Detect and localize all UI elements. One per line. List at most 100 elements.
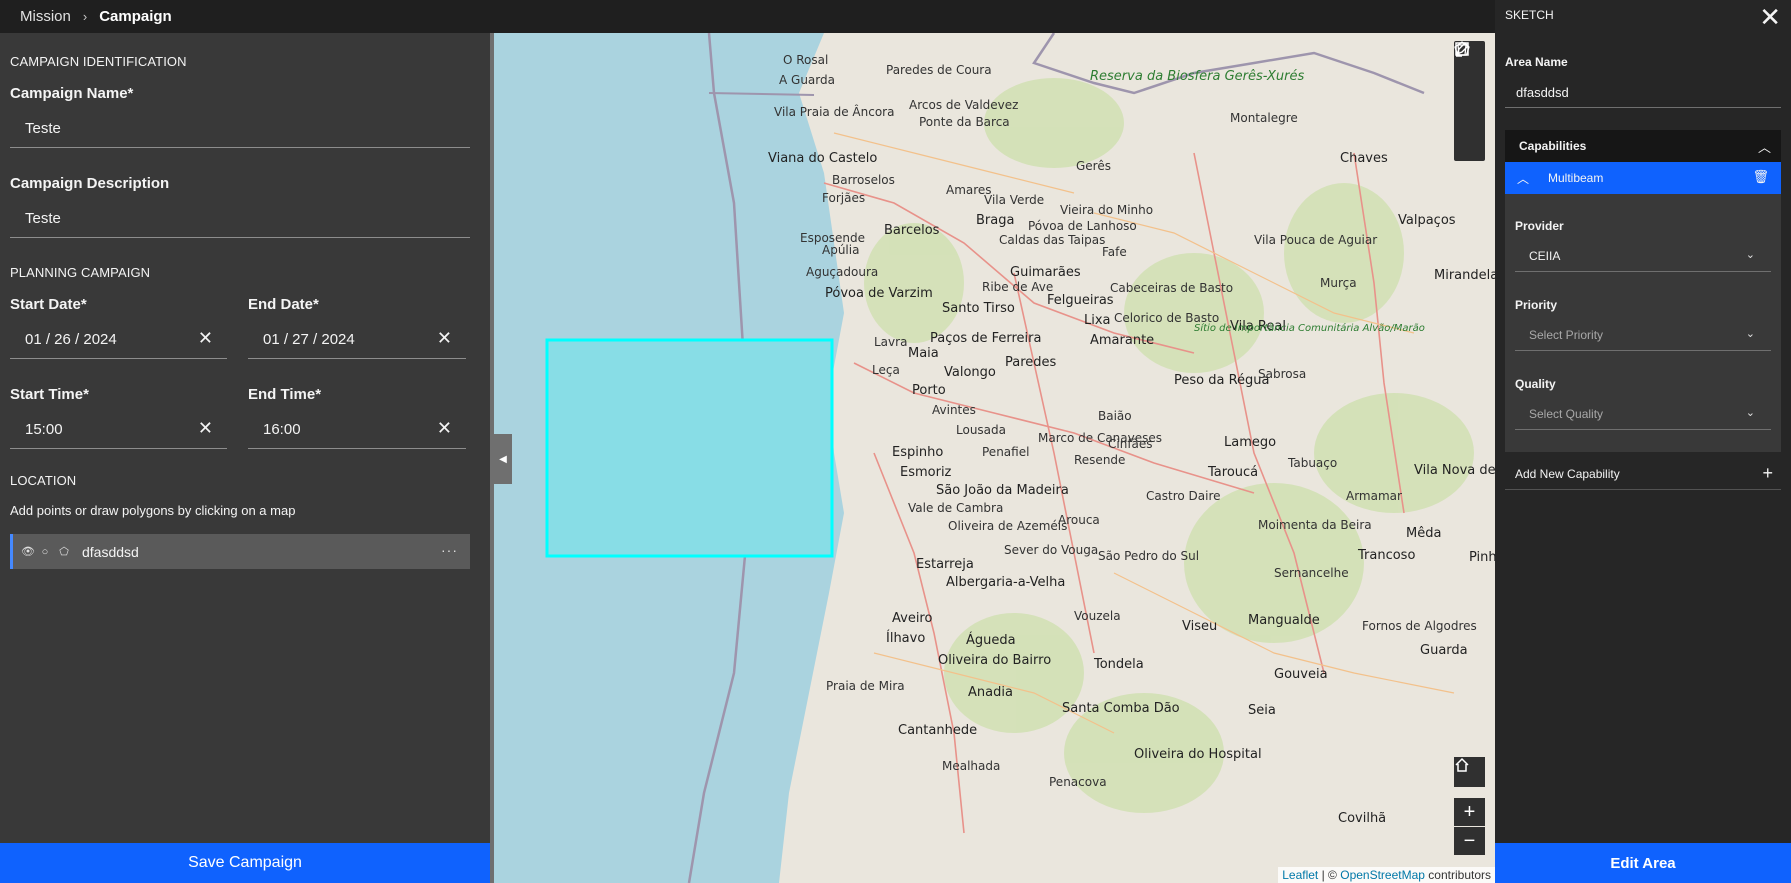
circle-icon: ○	[41, 545, 49, 558]
map-place-label: Avintes	[932, 403, 976, 417]
map-place-label: Paredes	[1005, 355, 1057, 370]
priority-select[interactable]: Select Priority ⌄	[1515, 319, 1771, 351]
quality-label: Quality	[1515, 377, 1556, 391]
osm-link[interactable]: OpenStreetMap	[1340, 868, 1425, 882]
start-date-clear-icon[interactable]: ✕	[198, 328, 213, 349]
chevron-down-icon: ⌄	[1745, 407, 1755, 419]
capability-name: Multibeam	[1548, 171, 1604, 185]
identification-section-title: CAMPAIGN IDENTIFICATION	[10, 54, 187, 69]
map-place-label: Guarda	[1420, 643, 1468, 658]
trash-icon[interactable]	[1454, 42, 1485, 161]
map-place-label: Montalegre	[1230, 111, 1298, 125]
end-time-clear-icon[interactable]: ✕	[437, 418, 452, 439]
map-place-label: Amarante	[1090, 333, 1155, 348]
visibility-eye-icon[interactable]: 👁	[21, 545, 35, 558]
map-place-label: Braga	[976, 213, 1015, 228]
end-date-label: End Date*	[248, 296, 319, 313]
map-place-label: Sítio de Importância Comunitária Alvão/M…	[1194, 323, 1425, 334]
chevron-up-icon[interactable]: ︿	[1758, 137, 1771, 156]
map-place-label: Esmoriz	[900, 465, 952, 480]
trash-icon[interactable]: 🗑	[1752, 169, 1769, 185]
campaign-name-field[interactable]: Teste	[10, 110, 470, 148]
sketch-title: SKETCH	[1505, 8, 1554, 22]
chevron-up-icon[interactable]: ︿	[1517, 170, 1529, 187]
area-name-label: Area Name	[1505, 55, 1568, 69]
start-date-field[interactable]: 01 / 26 / 2024 ✕	[10, 321, 227, 359]
capability-details: Provider CEIIA ⌄ Priority Select Priorit…	[1505, 194, 1781, 452]
provider-value: CEIIA	[1529, 249, 1561, 263]
map-place-label: Ílhavo	[886, 631, 926, 646]
map-place-label: Maia	[908, 346, 939, 361]
add-capability-button[interactable]: Add New Capability +	[1505, 460, 1781, 490]
zoom-in-button[interactable]: +	[1454, 798, 1485, 826]
map-place-label: São João da Madeira	[936, 483, 1069, 498]
quality-select[interactable]: Select Quality ⌄	[1515, 398, 1771, 430]
map-place-label: Taroucá	[1208, 465, 1259, 480]
map-place-label: Felgueiras	[1047, 293, 1114, 308]
map-place-label: Peso da Régua	[1174, 373, 1270, 388]
save-campaign-button[interactable]: Save Campaign	[0, 843, 490, 883]
zoom-out-button[interactable]: −	[1454, 827, 1485, 855]
map-place-label: Trancoso	[1358, 548, 1416, 563]
start-time-field[interactable]: 15:00 ✕	[10, 411, 227, 449]
edit-area-button[interactable]: Edit Area	[1495, 843, 1791, 883]
area-name-field[interactable]: dfasddsd	[1505, 78, 1781, 108]
map-place-label: Leça	[872, 363, 900, 377]
map-place-label: Murça	[1320, 276, 1357, 290]
map-place-label: Mirandela	[1434, 268, 1495, 283]
start-time-value: 15:00	[25, 421, 63, 438]
plus-icon: +	[1762, 463, 1773, 483]
map-place-label: Fafe	[1102, 245, 1127, 259]
map-place-label: Vale de Cambra	[908, 501, 1004, 515]
breadcrumb-mission-link[interactable]: Mission	[20, 8, 71, 25]
map-place-label: Covilhã	[1338, 811, 1387, 826]
end-date-field[interactable]: 01 / 27 / 2024 ✕	[248, 321, 466, 359]
end-date-clear-icon[interactable]: ✕	[437, 328, 452, 349]
map-place-label: Moimenta da Beira	[1258, 518, 1372, 532]
priority-placeholder: Select Priority	[1529, 328, 1604, 342]
map-place-label: Mealhada	[942, 759, 1001, 773]
capability-item-multibeam[interactable]: ︿ Multibeam 🗑	[1505, 162, 1781, 194]
map-place-label: Vila Nova de Foz Côa	[1414, 463, 1495, 478]
sketch-panel: SKETCH ✕ Area Name dfasddsd Capabilities…	[1495, 0, 1791, 843]
map-place-label: Anadia	[968, 685, 1013, 700]
leaflet-link[interactable]: Leaflet	[1282, 868, 1318, 882]
map-place-label: Tondela	[1094, 657, 1144, 672]
end-time-field[interactable]: 16:00 ✕	[248, 411, 466, 449]
map-place-label: Aguçadoura	[806, 265, 879, 279]
map-place-label: Castro Daire	[1146, 489, 1221, 503]
chevron-down-icon: ⌄	[1745, 328, 1755, 340]
map-place-label: Viseu	[1182, 619, 1218, 634]
campaign-description-field[interactable]: Teste	[10, 200, 470, 238]
provider-select[interactable]: CEIIA ⌄	[1515, 240, 1771, 272]
polygon-tool-icon[interactable]	[1454, 41, 1485, 101]
map-place-label: Póvoa de Varzim	[825, 286, 933, 301]
map-place-label: Penacova	[1049, 775, 1107, 789]
location-item-name: dfasddsd	[82, 543, 139, 560]
map-place-label: Valpaços	[1398, 213, 1456, 228]
close-icon[interactable]: ✕	[1759, 2, 1781, 33]
map-view[interactable]: O Rosal A Guarda Paredes de Coura Arcos …	[494, 33, 1495, 883]
map-place-label: Oliveira do Hospital	[1134, 747, 1262, 762]
start-time-clear-icon[interactable]: ✕	[198, 418, 213, 439]
campaign-description-value: Teste	[25, 210, 61, 227]
priority-label: Priority	[1515, 298, 1558, 312]
location-list-item[interactable]: 👁 ○ ⬠ dfasddsd ···	[10, 534, 470, 569]
map-place-label: Vila Pouca de Aguiar	[1254, 233, 1378, 247]
map-place-label: Resende	[1074, 453, 1126, 467]
location-section-title: LOCATION	[10, 473, 77, 488]
map-place-label: Pinhel	[1469, 550, 1495, 565]
collapse-panel-button[interactable]: ◀	[494, 434, 512, 484]
provider-label: Provider	[1515, 219, 1564, 233]
map-place-label: Vouzela	[1074, 609, 1121, 623]
capabilities-header[interactable]: Capabilities ︿	[1505, 130, 1781, 162]
campaign-description-label: Campaign Description	[10, 175, 170, 192]
end-date-value: 01 / 27 / 2024	[263, 331, 355, 348]
map-place-label: Valongo	[944, 365, 996, 380]
campaign-name-value: Teste	[25, 120, 61, 137]
home-icon[interactable]	[1454, 757, 1485, 787]
overflow-menu-icon[interactable]: ···	[441, 542, 458, 558]
edit-pen-icon[interactable]	[1454, 42, 1485, 131]
map-place-label: Lamego	[1224, 435, 1277, 450]
campaign-name-label: Campaign Name*	[10, 85, 134, 102]
